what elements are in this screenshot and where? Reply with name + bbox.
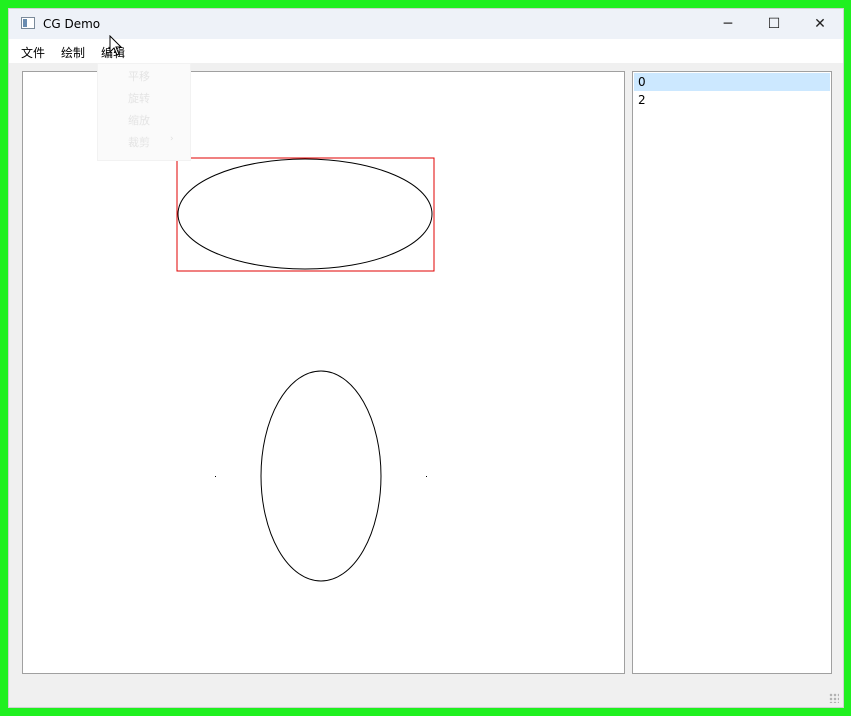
menu-draw[interactable]: 绘制 (61, 44, 85, 61)
status-bar (9, 677, 843, 707)
list-item[interactable]: 2 (634, 91, 830, 109)
list-item[interactable]: 0 (634, 73, 830, 91)
submenu-arrow-icon: › (170, 134, 174, 144)
menu-item-clip[interactable]: 裁剪 (128, 134, 150, 150)
menu-item-scale[interactable]: 缩放 (128, 112, 150, 128)
menu-bar: 文件 绘制 编辑 (9, 39, 843, 63)
mouse-cursor-icon (109, 35, 123, 56)
app-window: CG Demo ─ ☐ ✕ 文件 绘制 编辑 平移 旋转 缩放 裁剪 › 0 2 (8, 8, 844, 708)
drawing-canvas[interactable] (22, 71, 625, 674)
canvas-drawing (176, 157, 435, 582)
menu-file[interactable]: 文件 (21, 44, 45, 61)
maximize-button[interactable]: ☐ (751, 9, 797, 39)
edit-dropdown-menu: 平移 旋转 缩放 裁剪 › (97, 63, 191, 161)
title-bar[interactable]: CG Demo ─ ☐ ✕ (9, 9, 843, 39)
app-icon (21, 17, 35, 29)
minimize-button[interactable]: ─ (705, 9, 751, 39)
primitive-list[interactable]: 0 2 (632, 71, 832, 674)
menu-item-translate[interactable]: 平移 (128, 68, 150, 84)
minimize-icon: ─ (723, 16, 733, 32)
close-button[interactable]: ✕ (797, 9, 843, 39)
control-point-right (426, 476, 427, 477)
window-title: CG Demo (43, 17, 101, 31)
maximize-icon: ☐ (767, 16, 781, 32)
ellipse-primitive-2[interactable] (260, 370, 382, 582)
menu-item-rotate[interactable]: 旋转 (128, 90, 150, 106)
control-point-left (215, 476, 216, 477)
close-icon: ✕ (814, 16, 826, 32)
resize-grip-icon[interactable] (829, 693, 839, 703)
ellipse-primitive-0[interactable] (177, 158, 433, 270)
